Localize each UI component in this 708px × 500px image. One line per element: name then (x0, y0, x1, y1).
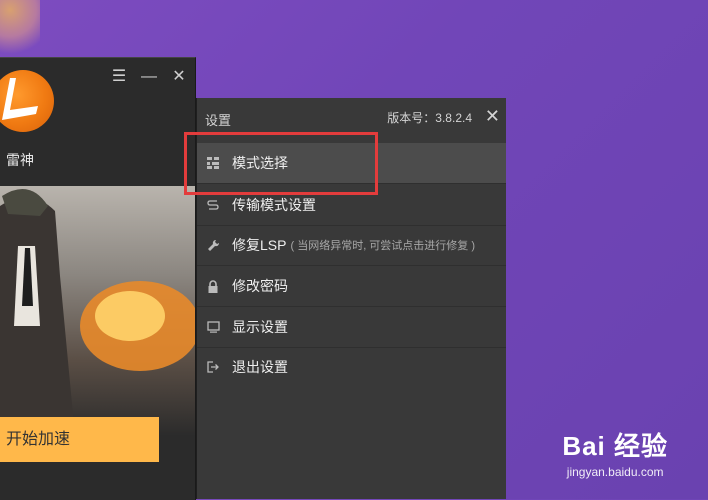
settings-title: 设置 (205, 113, 232, 128)
start-acceleration-button[interactable]: 开始加速 (0, 417, 159, 462)
watermark-logo-text: Bai 经验 (562, 431, 668, 461)
menu-item-label: 修改密码 (232, 278, 288, 294)
close-icon[interactable]: ✕ (485, 106, 500, 127)
game-banner (0, 186, 195, 436)
logout-icon (206, 360, 220, 374)
menu-item-repair-lsp[interactable]: 修复LSP ( 当网络异常时, 可尝试点击进行修复 ) (197, 225, 506, 266)
wallpaper-corner (0, 0, 40, 60)
menu-icon[interactable]: ☰ (111, 68, 127, 86)
transfer-icon (206, 198, 220, 212)
minimize-icon[interactable]: — (141, 68, 157, 86)
launcher-window: ☰ — ✕ 雷神 开始加速 (0, 57, 196, 500)
version-label: 版本号：3.8.2.4 (387, 111, 472, 125)
app-name: 雷神 (6, 152, 34, 168)
baidu-jingyan-watermark: Bai 经验 jingyan.baidu.com (562, 426, 668, 479)
menu-item-change-password[interactable]: 修改密码 (197, 266, 506, 307)
menu-item-display-settings[interactable]: 显示设置 (197, 307, 506, 348)
menu-item-label: 传输模式设置 (232, 197, 316, 213)
menu-item-label: 显示设置 (232, 319, 288, 335)
menu-item-transfer-mode[interactable]: 传输模式设置 (197, 185, 506, 226)
monitor-icon (206, 320, 220, 334)
menu-item-exit-settings[interactable]: 退出设置 (197, 347, 506, 387)
app-logo (0, 70, 54, 132)
lock-icon (206, 279, 220, 293)
menu-item-label: 模式选择 (232, 155, 288, 171)
wrench-icon (206, 238, 220, 252)
repair-hint: ( 当网络异常时, 可尝试点击进行修复 ) (290, 240, 476, 252)
menu-item-mode-select[interactable]: 模式选择 (197, 143, 506, 184)
menu-item-label: 修复LSP (232, 237, 287, 253)
close-icon[interactable]: ✕ (171, 68, 187, 86)
watermark-url: jingyan.baidu.com (566, 465, 664, 479)
settings-header: 设置 版本号：3.8.2.4 ✕ (197, 98, 506, 140)
menu-item-label: 退出设置 (232, 359, 288, 375)
settings-panel: 设置 版本号：3.8.2.4 ✕ 模式选择 传输模式设置 修复LSP ( 当网络… (196, 98, 506, 499)
grid-icon (206, 156, 220, 170)
